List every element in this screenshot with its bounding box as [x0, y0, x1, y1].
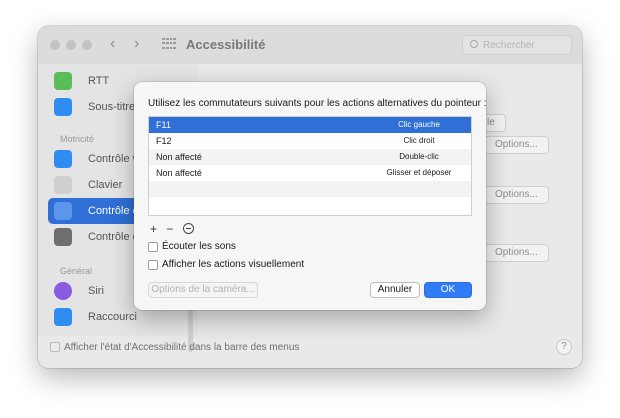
minimize-window-button[interactable]	[66, 40, 76, 50]
row-options-icon[interactable]	[182, 223, 194, 234]
empty-row	[149, 197, 471, 213]
action-cell: Clic droit	[403, 136, 435, 145]
window-title: Accessibilité	[186, 37, 266, 52]
zoom-window-button[interactable]	[82, 40, 92, 50]
options-button[interactable]: Options...	[484, 136, 549, 154]
table-row[interactable]: Non affecté Glisser et déposer	[149, 165, 471, 181]
sheet-prompt: Utilisez les commutateurs suivants pour …	[148, 98, 487, 109]
cancel-button[interactable]: Annuler	[370, 282, 420, 298]
sidebar-item-label: Raccourci	[88, 311, 137, 323]
sidebar-item-label: Sous-titres	[88, 101, 141, 113]
options-button[interactable]: Options...	[484, 186, 549, 204]
search-placeholder: Rechercher	[483, 40, 535, 51]
switch-control-icon	[54, 228, 72, 246]
switch-key-cell: F12	[156, 136, 172, 146]
sidebar-item-label: Clavier	[88, 179, 123, 191]
play-sounds-label: Écouter les sons	[162, 241, 236, 252]
siri-icon	[54, 282, 72, 300]
forward-chevron-icon[interactable]: ›	[134, 34, 139, 54]
rtt-icon	[54, 72, 72, 90]
play-sounds-checkbox[interactable]	[148, 242, 158, 252]
title-bar: ‹ › Accessibilité Rechercher	[38, 26, 582, 64]
sidebar-item-label: RTT	[88, 75, 110, 87]
switch-key-cell: F11	[156, 120, 171, 130]
search-field[interactable]: Rechercher	[462, 35, 572, 55]
ok-button[interactable]: OK	[424, 282, 472, 298]
pointer-control-icon	[54, 202, 72, 220]
remove-row-button[interactable]: −	[166, 222, 173, 236]
show-all-grid-icon[interactable]	[162, 38, 176, 50]
switch-key-cell: Non affecté	[156, 168, 202, 178]
table-tools: + −	[150, 222, 200, 236]
sidebar-section-header: Général	[60, 266, 93, 276]
switch-actions-table: F11 Clic gauche F12 Clic droit Non affec…	[148, 116, 472, 216]
sidebar-item-label: Siri	[88, 285, 104, 297]
back-chevron-icon[interactable]: ‹	[110, 34, 115, 54]
pointer-actions-sheet: Utilisez les commutateurs suivants pour …	[134, 82, 487, 310]
show-actions-checkbox[interactable]	[148, 260, 158, 270]
subtitles-icon	[54, 98, 72, 116]
options-button[interactable]: Options...	[484, 244, 549, 262]
camera-options-button[interactable]: Options de la caméra...	[148, 282, 258, 298]
search-icon	[470, 40, 478, 48]
action-cell: Clic gauche	[398, 120, 440, 129]
add-row-button[interactable]: +	[150, 222, 157, 236]
table-row[interactable]: Non affecté Double-clic	[149, 149, 471, 165]
shortcut-icon	[54, 308, 72, 326]
help-button[interactable]: ?	[556, 339, 572, 355]
action-cell: Double-clic	[399, 152, 439, 161]
close-window-button[interactable]	[50, 40, 60, 50]
table-row[interactable]: F11 Clic gauche	[149, 117, 471, 133]
voice-control-icon	[54, 150, 72, 168]
table-row[interactable]: F12 Clic droit	[149, 133, 471, 149]
keyboard-icon	[54, 176, 72, 194]
show-actions-label: Afficher les actions visuellement	[162, 259, 305, 270]
sidebar-section-header: Motricité	[60, 134, 95, 144]
action-cell: Glisser et déposer	[386, 168, 452, 177]
switch-key-cell: Non affecté	[156, 152, 202, 162]
menu-bar-checkbox-label: Afficher l'état d'Accessibilité dans la …	[64, 342, 300, 353]
empty-row	[149, 181, 471, 197]
menu-bar-checkbox[interactable]	[50, 342, 60, 352]
